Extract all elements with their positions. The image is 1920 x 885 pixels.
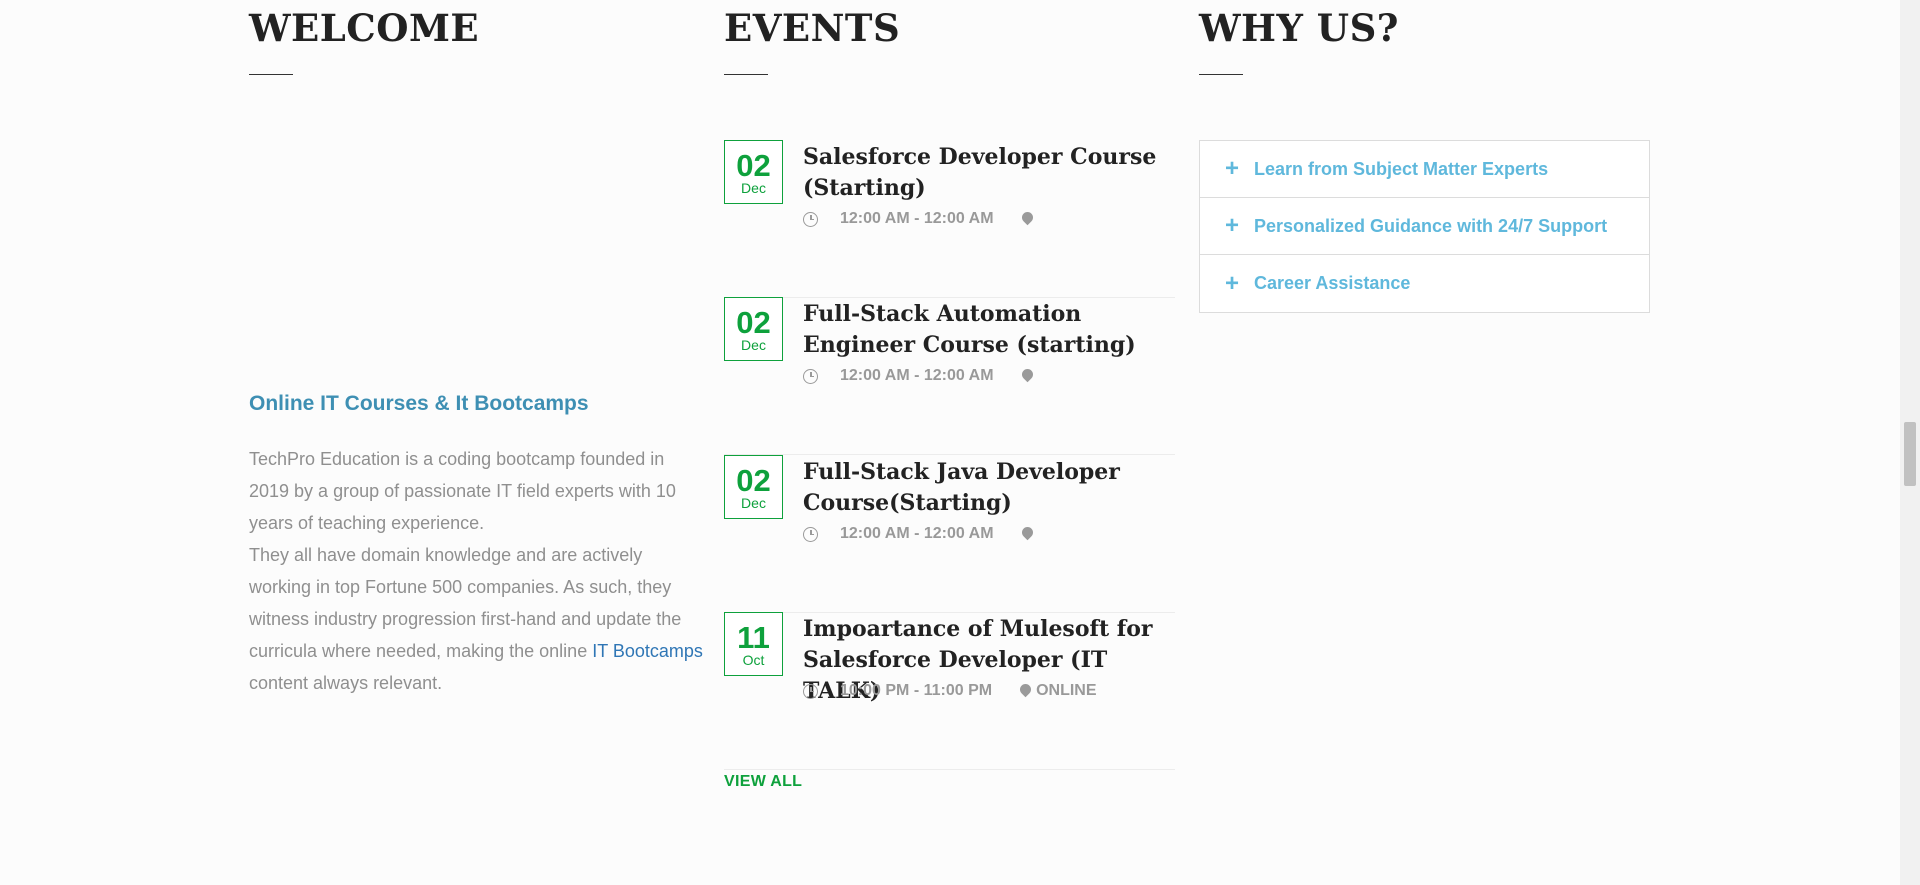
event-day: 02 [736,305,771,340]
clock-icon [803,368,818,384]
event-month: Dec [741,337,766,353]
title-divider [724,74,768,75]
plus-icon: + [1225,155,1240,182]
events-title: EVENTS [724,6,901,50]
event-time: 12:00 AM - 12:00 AM [840,210,994,227]
plus-icon: + [1225,212,1240,239]
location-pin-icon [1019,366,1035,382]
why-us-accordion: + Learn from Subject Matter Experts + Pe… [1199,140,1650,313]
event-title[interactable]: Full-Stack Java Developer Course(Startin… [803,457,1175,519]
event-item[interactable]: 02 Dec Full-Stack Java Developer Course(… [724,455,1175,613]
event-location: ONLINE [1036,682,1097,699]
accordion-item-support[interactable]: + Personalized Guidance with 24/7 Suppor… [1200,198,1649,255]
event-meta: 12:00 AM - 12:00 AM [803,524,1038,544]
welcome-subtitle: Online IT Courses & It Bootcamps [249,392,589,415]
event-date-badge: 02 Dec [724,140,783,204]
view-all-events-link[interactable]: VIEW ALL [724,773,802,791]
welcome-title: WELCOME [249,6,480,50]
accordion-item-career[interactable]: + Career Assistance [1200,255,1649,312]
scrollbar-thumb[interactable] [1904,422,1916,486]
event-day: 02 [736,148,771,183]
clock-icon [803,211,818,227]
event-month: Dec [741,180,766,196]
event-meta: 12:00 AM - 12:00 AM [803,366,1038,386]
location-pin-icon [1019,209,1035,225]
event-meta: 12:00 AM - 12:00 AM [803,209,1038,229]
event-item[interactable]: 02 Dec Salesforce Developer Course (Star… [724,140,1175,298]
welcome-body-text-3: content always relevant. [249,673,443,693]
event-day: 11 [737,620,770,655]
accordion-label[interactable]: Personalized Guidance with 24/7 Support [1254,216,1607,237]
event-item[interactable]: 02 Dec Full-Stack Automation Engineer Co… [724,297,1175,455]
event-title[interactable]: Full-Stack Automation Engineer Course (s… [803,299,1175,361]
event-item[interactable]: 11 Oct Impoartance of Mulesoft for Sales… [724,612,1175,770]
event-date-badge: 11 Oct [724,612,783,676]
accordion-item-experts[interactable]: + Learn from Subject Matter Experts [1200,141,1649,198]
plus-icon: + [1225,269,1240,297]
clock-icon [803,526,818,542]
clock-icon [803,683,818,699]
event-time: 10:00 PM - 11:00 PM [840,682,993,699]
event-date-badge: 02 Dec [724,297,783,361]
welcome-body: TechPro Education is a coding bootcamp f… [249,443,704,699]
event-time: 12:00 AM - 12:00 AM [840,367,994,384]
event-day: 02 [736,463,771,498]
event-time: 12:00 AM - 12:00 AM [840,525,994,542]
event-month: Oct [742,652,765,668]
event-title[interactable]: Salesforce Developer Course (Starting) [803,142,1175,204]
location-pin-icon [1017,681,1034,697]
accordion-label[interactable]: Career Assistance [1254,273,1410,294]
page-scrollbar[interactable] [1900,0,1920,885]
event-meta: 10:00 PM - 11:00 PM ONLINE [803,681,1097,701]
it-bootcamps-link[interactable]: IT Bootcamps [592,641,703,661]
title-divider [249,74,293,75]
welcome-body-text-1: TechPro Education is a coding bootcamp f… [249,449,676,533]
why-us-title: WHY US? [1199,6,1399,50]
event-date-badge: 02 Dec [724,455,783,519]
location-pin-icon [1019,524,1035,540]
accordion-label[interactable]: Learn from Subject Matter Experts [1254,159,1548,180]
title-divider [1199,74,1243,75]
event-month: Dec [741,495,766,511]
